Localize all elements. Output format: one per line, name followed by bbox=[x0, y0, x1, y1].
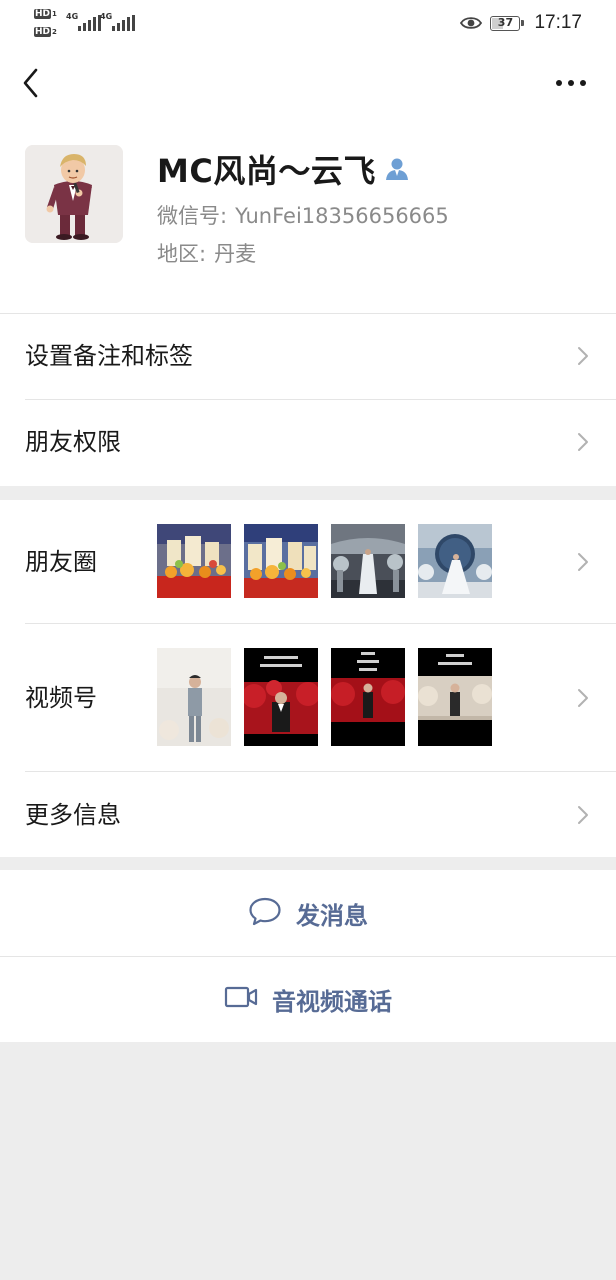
settings-group: 设置备注和标签 朋友权限 bbox=[0, 313, 616, 486]
network-type-2: 4G bbox=[100, 12, 113, 21]
remark-tags-cell[interactable]: 设置备注和标签 bbox=[0, 313, 616, 399]
video-camera-icon bbox=[224, 985, 258, 1013]
wechat-id-line: 微信号: YunFei18356656665 bbox=[157, 200, 449, 230]
channels-video-2[interactable] bbox=[244, 648, 318, 746]
eye-comfort-icon bbox=[460, 15, 483, 31]
status-right: 37 17:17 bbox=[460, 10, 582, 36]
more-dots-icon[interactable] bbox=[556, 74, 588, 92]
video-call-label: 音视频通话 bbox=[272, 987, 392, 1016]
signal-bars-icon bbox=[78, 15, 101, 31]
channels-video-1[interactable] bbox=[157, 648, 231, 746]
moments-cell[interactable]: 朋友圈 bbox=[0, 500, 616, 624]
moments-thumbnails bbox=[157, 524, 492, 598]
channels-cell[interactable]: 视频号 bbox=[0, 624, 616, 772]
sim2-hd-badge: HD 2 bbox=[34, 27, 57, 37]
friend-permissions-cell[interactable]: 朋友权限 bbox=[0, 399, 616, 485]
clock: 17:17 bbox=[534, 12, 582, 33]
more-info-cell[interactable]: 更多信息 bbox=[0, 772, 616, 858]
video-call-button[interactable]: 音视频通话 bbox=[0, 956, 616, 1042]
battery-icon: 37 bbox=[490, 15, 525, 31]
moments-label: 朋友圈 bbox=[25, 548, 97, 576]
chevron-right-icon bbox=[576, 431, 590, 453]
network-type-1: 4G bbox=[66, 12, 79, 21]
moments-photo-1[interactable] bbox=[157, 524, 231, 598]
action-buttons: 发消息 音视频通话 bbox=[0, 870, 616, 1042]
signal-indicators: HD 1 HD 2 4G 4G bbox=[34, 6, 144, 40]
contact-person-icon bbox=[384, 156, 410, 182]
chevron-right-icon bbox=[576, 804, 590, 826]
moments-photo-4[interactable] bbox=[418, 524, 492, 598]
sim1-hd-badge: HD 1 bbox=[34, 9, 57, 19]
more-info-label: 更多信息 bbox=[25, 801, 121, 829]
channels-video-4[interactable] bbox=[418, 648, 492, 746]
moments-photo-2[interactable] bbox=[244, 524, 318, 598]
status-bar: HD 1 HD 2 4G 4G 37 17:17 bbox=[0, 0, 616, 46]
contact-name: MC风尚～云飞 bbox=[157, 152, 376, 190]
channels-thumbnails bbox=[157, 648, 492, 746]
friend-permissions-label: 朋友权限 bbox=[25, 428, 121, 456]
region-label: 地区: bbox=[157, 242, 207, 266]
channels-video-3[interactable] bbox=[331, 648, 405, 746]
moments-photo-3[interactable] bbox=[331, 524, 405, 598]
region-line: 地区: 丹麦 bbox=[157, 238, 256, 268]
send-message-label: 发消息 bbox=[296, 901, 368, 930]
name-row: MC风尚～云飞 bbox=[157, 146, 410, 192]
chat-bubble-icon bbox=[248, 896, 282, 930]
channels-label: 视频号 bbox=[25, 684, 97, 712]
wechat-id-value: YunFei18356656665 bbox=[235, 204, 449, 228]
avatar[interactable] bbox=[25, 145, 123, 243]
back-icon[interactable] bbox=[18, 66, 48, 100]
chevron-right-icon bbox=[576, 687, 590, 709]
content-group: 朋友圈 视频号 更多信息 bbox=[0, 500, 616, 857]
wechat-id-label: 微信号: bbox=[157, 204, 228, 228]
signal-bars-icon bbox=[112, 15, 135, 31]
region-value: 丹麦 bbox=[214, 242, 257, 266]
nav-bar bbox=[0, 46, 616, 120]
send-message-button[interactable]: 发消息 bbox=[0, 870, 616, 956]
chevron-right-icon bbox=[576, 345, 590, 367]
remark-tags-label: 设置备注和标签 bbox=[25, 342, 193, 370]
chevron-right-icon bbox=[576, 551, 590, 573]
profile-card: MC风尚～云飞 微信号: YunFei18356656665 地区: 丹麦 bbox=[0, 120, 616, 313]
